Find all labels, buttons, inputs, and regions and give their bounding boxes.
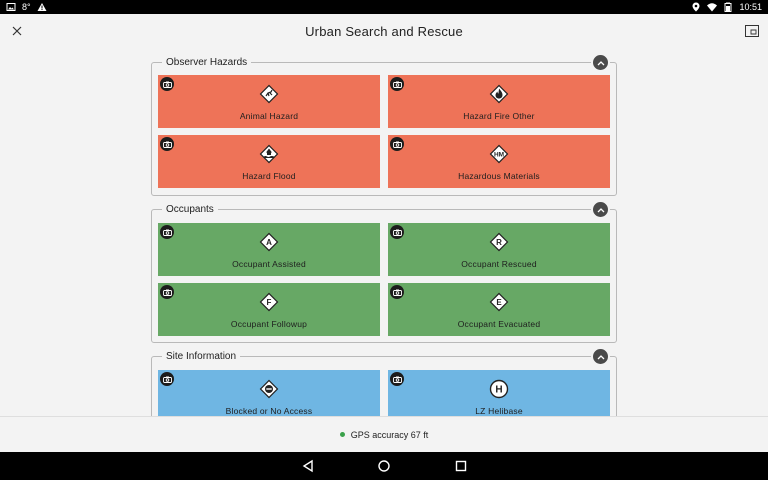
group-site-information: Site Information Blocked or No Access H …: [151, 349, 617, 416]
group-title: Site Information: [162, 349, 241, 363]
wifi-icon: [707, 2, 718, 12]
letter-e-icon: E: [489, 292, 509, 312]
svg-text:A: A: [266, 238, 272, 247]
template-tile-occupant-evacuated[interactable]: E Occupant Evacuated: [388, 283, 610, 336]
camera-icon: [392, 81, 402, 88]
camera-button[interactable]: [160, 77, 174, 91]
clock-text: 10:51: [739, 2, 762, 12]
animal-icon: [259, 84, 279, 104]
warning-icon: [37, 2, 47, 12]
camera-button[interactable]: [160, 225, 174, 239]
tile-label: Occupant Rescued: [461, 259, 537, 269]
template-tile-occupant-followup[interactable]: F Occupant Followup: [158, 283, 380, 336]
template-list[interactable]: Observer Hazards Animal Hazard Hazard Fi…: [0, 50, 768, 416]
gps-status-bar: GPS accuracy 67 ft: [0, 416, 768, 452]
svg-text:R: R: [496, 238, 502, 247]
collapse-button[interactable]: [593, 349, 608, 364]
template-tile-hazard-fire-other[interactable]: Hazard Fire Other: [388, 75, 610, 128]
tile-label: Animal Hazard: [239, 111, 299, 121]
camera-button[interactable]: [160, 137, 174, 151]
temperature-text: 8°: [22, 2, 31, 12]
gps-status-dot: [339, 432, 345, 437]
camera-icon: [392, 289, 402, 296]
template-tile-occupant-assisted[interactable]: A Occupant Assisted: [158, 223, 380, 276]
page-title: Urban Search and Rescue: [305, 24, 463, 39]
camera-icon: [162, 141, 172, 148]
template-tile-hazard-flood[interactable]: Hazard Flood: [158, 135, 380, 188]
svg-text:F: F: [267, 298, 272, 307]
image-notification-icon: [6, 2, 16, 12]
recents-square-icon: [455, 460, 467, 472]
camera-button[interactable]: [390, 225, 404, 239]
template-tile-occupant-rescued[interactable]: R Occupant Rescued: [388, 223, 610, 276]
tile-label: Occupant Assisted: [232, 259, 306, 269]
camera-button[interactable]: [390, 372, 404, 386]
template-tile-lz-helibase[interactable]: H LZ Helibase: [388, 370, 610, 416]
tile-label: Occupant Followup: [230, 319, 308, 329]
fire-icon: [489, 84, 509, 104]
app-header: Urban Search and Rescue: [0, 14, 768, 50]
group-title: Observer Hazards: [162, 55, 252, 69]
camera-button[interactable]: [160, 285, 174, 299]
tile-label: Occupant Evacuated: [457, 319, 541, 329]
app-window: Urban Search and Rescue Observer Hazards…: [0, 14, 768, 452]
camera-button[interactable]: [390, 285, 404, 299]
letter-a-icon: A: [259, 232, 279, 252]
location-icon: [691, 2, 701, 12]
back-button[interactable]: [301, 459, 315, 473]
tile-label: Hazard Flood: [242, 171, 296, 181]
camera-button[interactable]: [390, 137, 404, 151]
fullscreen-icon: [745, 25, 759, 37]
back-triangle-icon: [302, 459, 313, 473]
chevron-up-icon: [597, 60, 604, 65]
svg-text:H: H: [495, 384, 502, 395]
camera-icon: [162, 376, 172, 383]
template-tile-blocked-or-no-access[interactable]: Blocked or No Access: [158, 370, 380, 416]
camera-button[interactable]: [160, 372, 174, 386]
camera-icon: [162, 229, 172, 236]
template-tile-hazardous-materials[interactable]: HM Hazardous Materials: [388, 135, 610, 188]
group-occupants: Occupants A Occupant Assisted R Occupant…: [151, 202, 617, 343]
hm-icon: HM: [489, 144, 509, 164]
chevron-up-icon: [597, 354, 604, 359]
collapse-button[interactable]: [593, 55, 608, 70]
camera-button[interactable]: [390, 77, 404, 91]
fullscreen-button[interactable]: [744, 24, 760, 38]
collapse-button[interactable]: [593, 202, 608, 217]
system-navigation-bar: [0, 452, 768, 480]
camera-icon: [162, 81, 172, 88]
battery-icon: [723, 2, 733, 12]
svg-text:HM: HM: [494, 151, 504, 158]
svg-text:E: E: [496, 298, 502, 307]
home-circle-icon: [378, 460, 390, 472]
tile-label: LZ Helibase: [475, 406, 523, 416]
recents-button[interactable]: [454, 459, 468, 473]
letter-f-icon: F: [259, 292, 279, 312]
camera-icon: [162, 289, 172, 296]
tile-label: Hazard Fire Other: [463, 111, 535, 121]
camera-icon: [392, 141, 402, 148]
tile-label: Blocked or No Access: [225, 406, 313, 416]
chevron-up-icon: [597, 207, 604, 212]
template-tile-animal-hazard[interactable]: Animal Hazard: [158, 75, 380, 128]
helibase-icon: H: [489, 379, 509, 399]
camera-icon: [392, 229, 402, 236]
group-observer-hazards: Observer Hazards Animal Hazard Hazard Fi…: [151, 55, 617, 196]
camera-icon: [392, 376, 402, 383]
tile-label: Hazardous Materials: [458, 171, 540, 181]
no-entry-icon: [259, 379, 279, 399]
home-button[interactable]: [377, 459, 391, 473]
flood-icon: [259, 144, 279, 164]
letter-r-icon: R: [489, 232, 509, 252]
status-bar: 8° 10:51: [0, 0, 768, 14]
group-title: Occupants: [162, 202, 218, 216]
gps-accuracy-text: GPS accuracy 67 ft: [350, 429, 429, 440]
